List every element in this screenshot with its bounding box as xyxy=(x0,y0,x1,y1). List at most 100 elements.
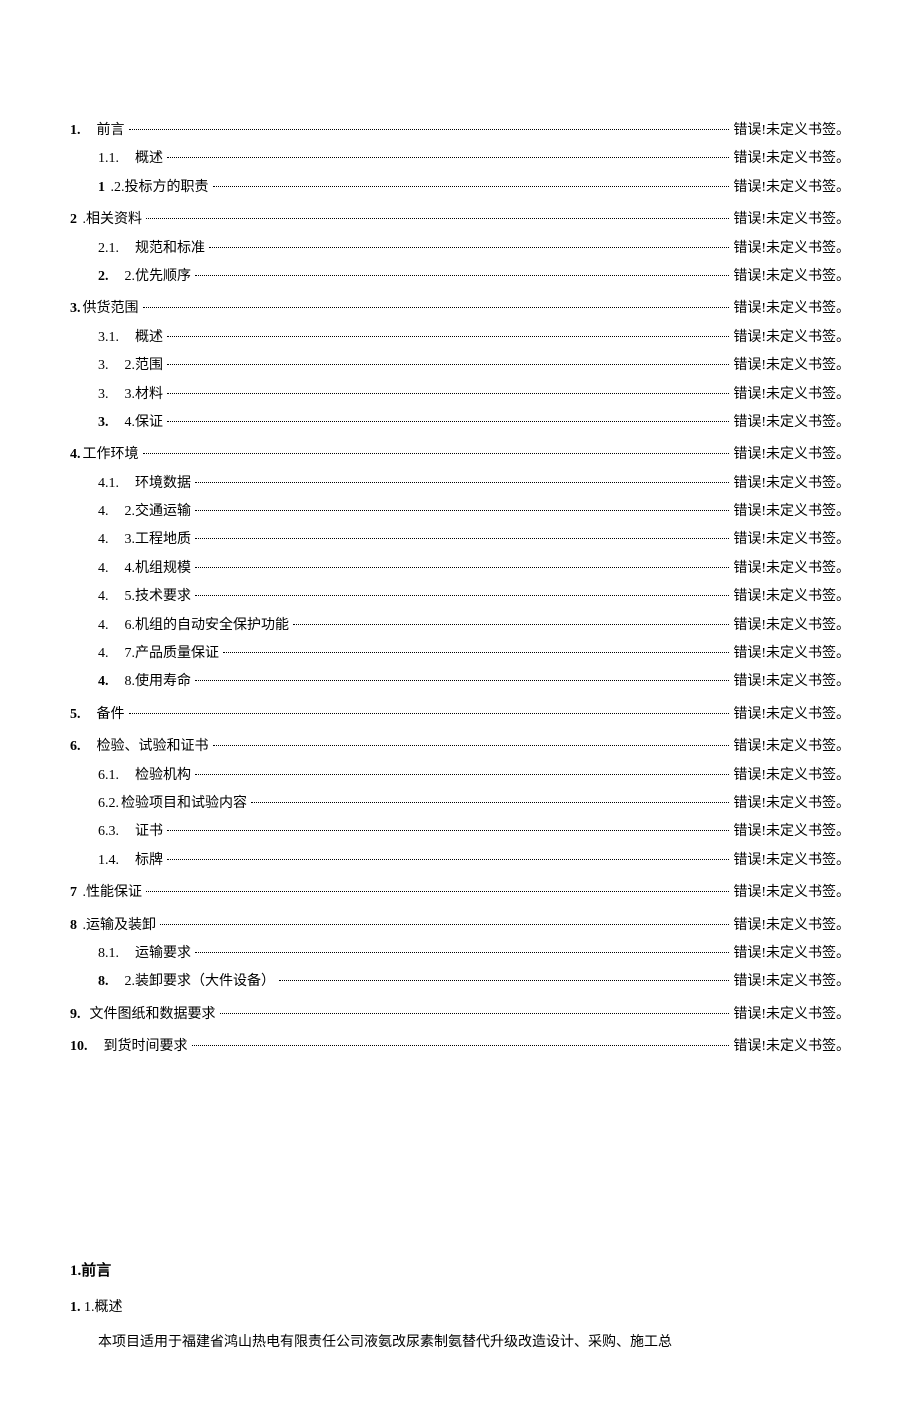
toc-entry-page: 错误!未定义书签。 xyxy=(733,671,850,693)
toc-leader-dots xyxy=(251,802,729,803)
toc-entry-gap xyxy=(109,586,123,608)
toc-entry-title: 文件图纸和数据要求 xyxy=(90,1004,216,1026)
toc-entry-title: 运输要求 xyxy=(135,943,191,965)
toc-entry-page: 错误!未定义书签。 xyxy=(733,529,850,551)
toc-leader-dots xyxy=(279,980,729,981)
toc-entry: 2 .相关资料错误!未定义书签。 xyxy=(70,209,850,231)
toc-entry-page: 错误!未定义书签。 xyxy=(733,148,850,170)
toc-entry-title: 3.工程地质 xyxy=(125,529,192,551)
toc-entry-gap xyxy=(81,1004,88,1026)
toc-entry: 1 .2.投标方的职责错误!未定义书签。 xyxy=(98,177,850,199)
toc-leader-dots xyxy=(195,538,729,539)
toc-entry-number: 3. xyxy=(70,298,81,320)
toc-entry-title: 2.装卸要求（大件设备） xyxy=(125,971,276,993)
toc-entry-page: 错误!未定义书签。 xyxy=(733,238,850,260)
toc-entry-page: 错误!未定义书签。 xyxy=(733,412,850,434)
toc-entry: 4. 8.使用寿命错误!未定义书签。 xyxy=(98,671,850,693)
toc-entry-title: 7.产品质量保证 xyxy=(125,643,220,665)
toc-entry-number: 8.1. xyxy=(98,943,119,965)
toc-entry-gap xyxy=(119,943,133,965)
toc-leader-dots xyxy=(129,713,730,714)
toc-entry-number: 4. xyxy=(70,444,81,466)
toc-entry-number: 3.1. xyxy=(98,327,119,349)
toc-entry-gap xyxy=(109,558,123,580)
toc-leader-dots xyxy=(167,421,729,422)
toc-entry: 3.供货范围 错误!未定义书签。 xyxy=(70,298,850,320)
toc-entry-page: 错误!未定义书签。 xyxy=(733,120,850,142)
toc-leader-dots xyxy=(167,859,729,860)
toc-entry-gap xyxy=(109,529,123,551)
toc-entry-gap xyxy=(105,177,109,199)
toc-entry-number: 4. xyxy=(98,615,109,637)
toc-leader-dots xyxy=(146,218,729,219)
toc-entry: 4. 5.技术要求错误!未定义书签。 xyxy=(98,586,850,608)
toc-entry: 3. 3.材料错误!未定义书签。 xyxy=(98,384,850,406)
toc-entry-gap xyxy=(77,882,81,904)
toc-entry-page: 错误!未定义书签。 xyxy=(733,266,850,288)
toc-entry-gap xyxy=(109,355,123,377)
toc-entry-number: 4. xyxy=(98,529,109,551)
toc-leader-dots xyxy=(213,186,730,187)
toc-entry-gap xyxy=(109,266,123,288)
toc-entry-page: 错误!未定义书签。 xyxy=(733,586,850,608)
toc-entry-page: 错误!未定义书签。 xyxy=(733,943,850,965)
toc-entry-title: 标牌 xyxy=(135,850,163,872)
toc-entry: 2. 2.优先顺序错误!未定义书签。 xyxy=(98,266,850,288)
toc-entry-number: 4. xyxy=(98,586,109,608)
toc-entry-title: 2.交通运输 xyxy=(125,501,192,523)
toc-leader-dots xyxy=(167,830,729,831)
toc-entry-page: 错误!未定义书签。 xyxy=(733,327,850,349)
toc-entry-page: 错误!未定义书签。 xyxy=(733,298,850,320)
toc-leader-dots xyxy=(209,247,729,248)
toc-entry-gap xyxy=(109,643,123,665)
toc-entry-page: 错误!未定义书签。 xyxy=(733,971,850,993)
toc-leader-dots xyxy=(192,1045,730,1046)
toc-entry: 4.1. 环境数据错误!未定义书签。 xyxy=(98,473,850,495)
toc-entry-gap xyxy=(88,1036,102,1058)
toc-entry-gap xyxy=(109,615,123,637)
toc-leader-dots xyxy=(195,482,729,483)
toc-entry-gap xyxy=(109,971,123,993)
toc-entry-page: 错误!未定义书签。 xyxy=(733,765,850,787)
toc-entry-gap xyxy=(119,238,133,260)
toc-entry-number: 3. xyxy=(98,384,109,406)
table-of-contents: 1. 前言错误!未定义书签。1.1. 概述错误!未定义书签。1 .2.投标方的职… xyxy=(70,120,850,1059)
toc-entry-title: 4.机组规模 xyxy=(125,558,192,580)
toc-entry-page: 错误!未定义书签。 xyxy=(733,850,850,872)
toc-entry-title: 环境数据 xyxy=(135,473,191,495)
toc-entry-number: 4. xyxy=(98,558,109,580)
toc-entry-number: 2.1. xyxy=(98,238,119,260)
toc-entry-page: 错误!未定义书签。 xyxy=(733,915,850,937)
toc-leader-dots xyxy=(195,680,729,681)
toc-entry-gap xyxy=(109,412,123,434)
toc-entry-page: 错误!未定义书签。 xyxy=(733,473,850,495)
toc-entry-title: 4.保证 xyxy=(125,412,164,434)
toc-entry-number: 6.2. xyxy=(98,793,119,815)
toc-entry-number: 2. xyxy=(98,266,109,288)
toc-entry: 4.工作环境错误!未定义书签。 xyxy=(70,444,850,466)
toc-entry: 4. 2.交通运输错误!未定义书签。 xyxy=(98,501,850,523)
toc-leader-dots xyxy=(129,129,730,130)
toc-leader-dots xyxy=(195,567,729,568)
toc-entry-page: 错误!未定义书签。 xyxy=(733,501,850,523)
toc-entry-title: 前言 xyxy=(97,120,125,142)
toc-entry-title: 概述 xyxy=(135,148,163,170)
toc-entry-title: 概述 xyxy=(135,327,163,349)
toc-entry-number: 8 xyxy=(70,915,77,937)
heading-overview: 1. 1.概述 xyxy=(70,1296,850,1316)
toc-entry-number: 1. xyxy=(70,120,81,142)
toc-entry: 9. 文件图纸和数据要求错误!未定义书签。 xyxy=(70,1004,850,1026)
toc-entry-title: 供货范围 xyxy=(83,298,139,320)
toc-entry-title: 备件 xyxy=(97,704,125,726)
toc-entry-gap xyxy=(109,671,123,693)
toc-entry-page: 错误!未定义书签。 xyxy=(733,793,850,815)
toc-entry-number: 6. xyxy=(70,736,81,758)
toc-entry-title: .性能保证 xyxy=(83,882,143,904)
toc-leader-dots xyxy=(223,652,729,653)
heading-overview-text: 1.概述 xyxy=(81,1300,123,1315)
document-body: 1.前言 1. 1.概述 本项目适用于福建省鸿山热电有限责任公司液氨改尿素制氨替… xyxy=(70,1259,850,1355)
toc-entry: 3. 4.保证错误!未定义书签。 xyxy=(98,412,850,434)
toc-entry-title: .运输及装卸 xyxy=(83,915,157,937)
toc-entry-title: 6.机组的自动安全保护功能 xyxy=(125,615,290,637)
toc-entry: 6.3. 证书错误!未定义书签。 xyxy=(98,821,850,843)
